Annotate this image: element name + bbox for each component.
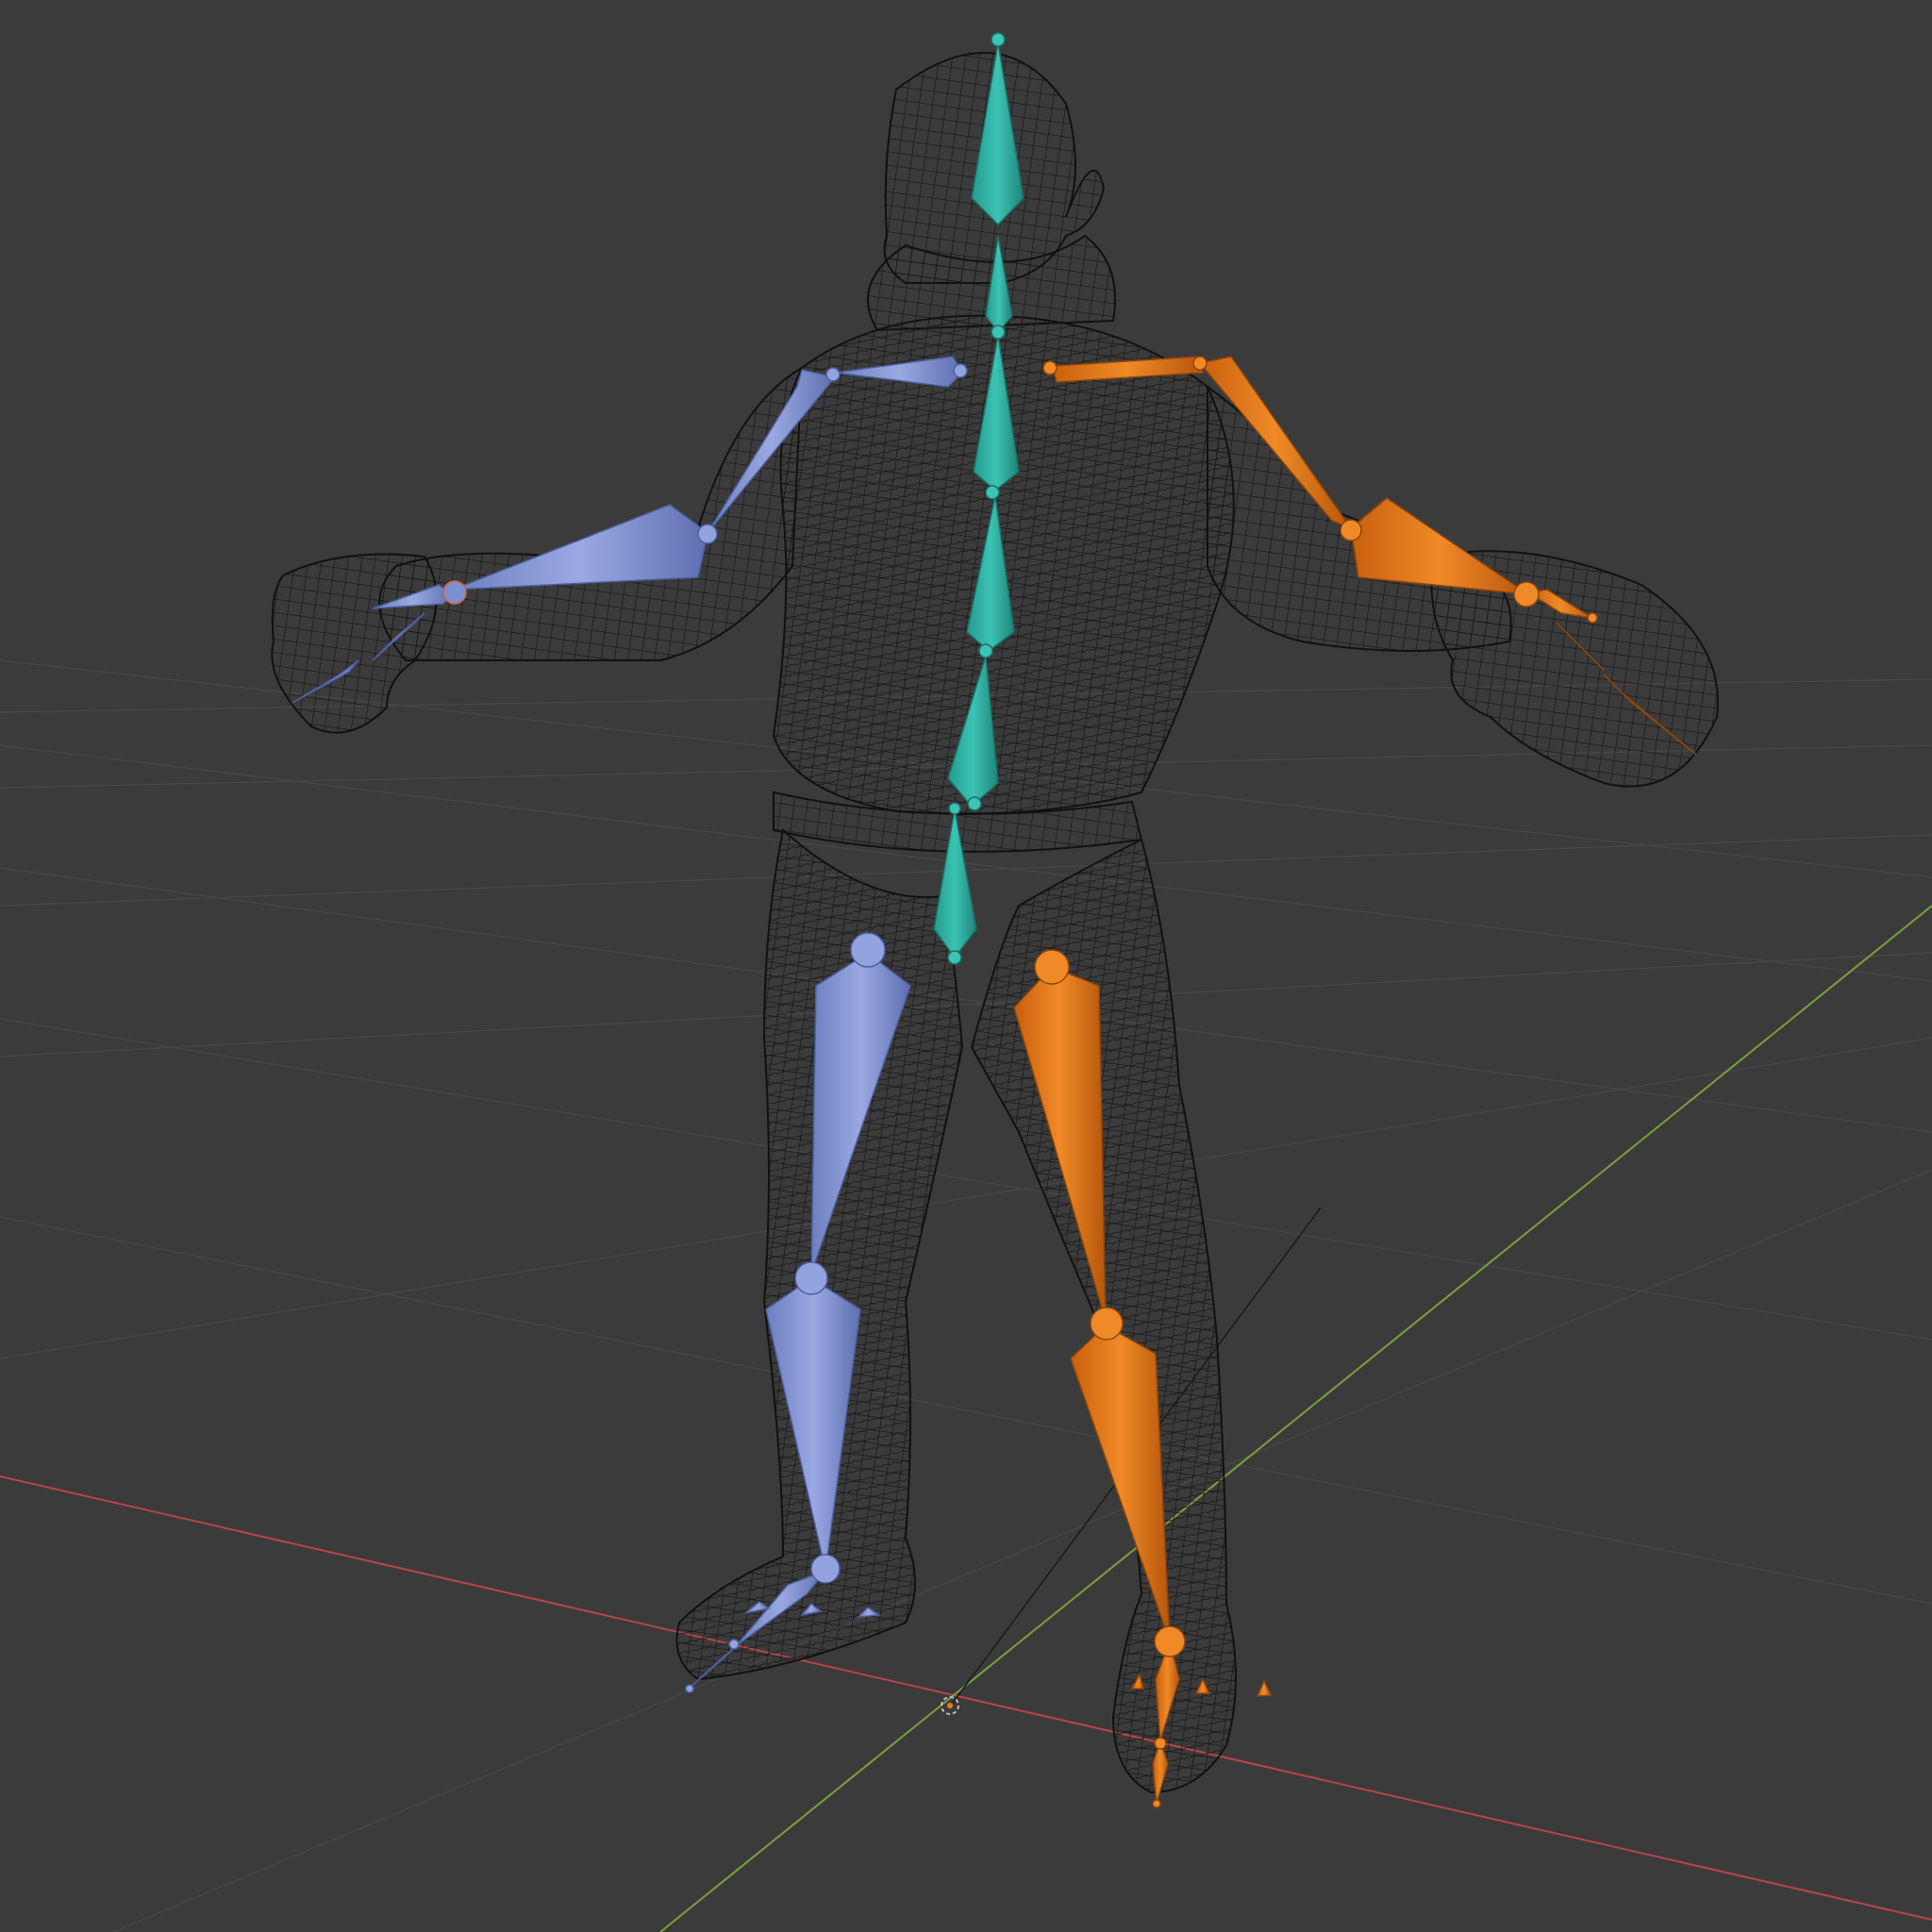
mesh-left-arm [378,366,804,662]
joint-right-toe-tip[interactable] [1152,1799,1161,1808]
joint-right-elbow[interactable] [1340,519,1362,541]
joint-left-elbow[interactable] [697,524,718,544]
x-axis-line [0,1475,1932,1921]
joint-hips[interactable] [948,802,961,815]
joint-hips-upper[interactable] [967,796,982,811]
joint-right-hand[interactable] [1587,612,1598,624]
3d-viewport[interactable] [0,0,1932,1932]
joint-right-clavicle[interactable] [1042,360,1058,375]
joint-spine[interactable] [978,643,993,658]
joint-left-shoulder[interactable] [953,363,968,378]
mesh-left-glove [271,553,438,734]
joint-right-hip[interactable] [1034,949,1070,985]
joint-right-ball[interactable] [1154,1737,1167,1750]
scene-canvas[interactable] [0,0,1932,1932]
bone-right-forearm[interactable] [1350,497,1529,595]
bone-right-shin[interactable] [1070,1324,1171,1642]
joint-right-wrist[interactable] [1513,581,1540,608]
joint-left-toe-tip[interactable] [685,1684,694,1693]
joint-left-wrist[interactable] [442,580,467,605]
joint-right-shoulder[interactable] [1192,356,1208,371]
joint-left-knee[interactable] [794,1261,828,1295]
bone-right-toe-4[interactable] [1256,1679,1273,1697]
joint-left-hip[interactable] [850,932,886,968]
joint-left-ankle[interactable] [810,1554,841,1584]
joint-left-ball[interactable] [728,1639,740,1650]
armature[interactable] [291,32,1697,1808]
joint-right-knee[interactable] [1090,1307,1124,1341]
joint-head-top[interactable] [991,32,1006,47]
bone-left-forearm[interactable] [452,504,708,591]
joint-pelvis[interactable] [947,950,962,965]
joint-left-upperarm[interactable] [825,367,841,382]
3d-cursor-icon[interactable] [941,1696,959,1715]
joint-neck[interactable] [991,325,1006,340]
joint-right-ankle[interactable] [1154,1625,1186,1657]
joint-chest[interactable] [985,485,1000,500]
